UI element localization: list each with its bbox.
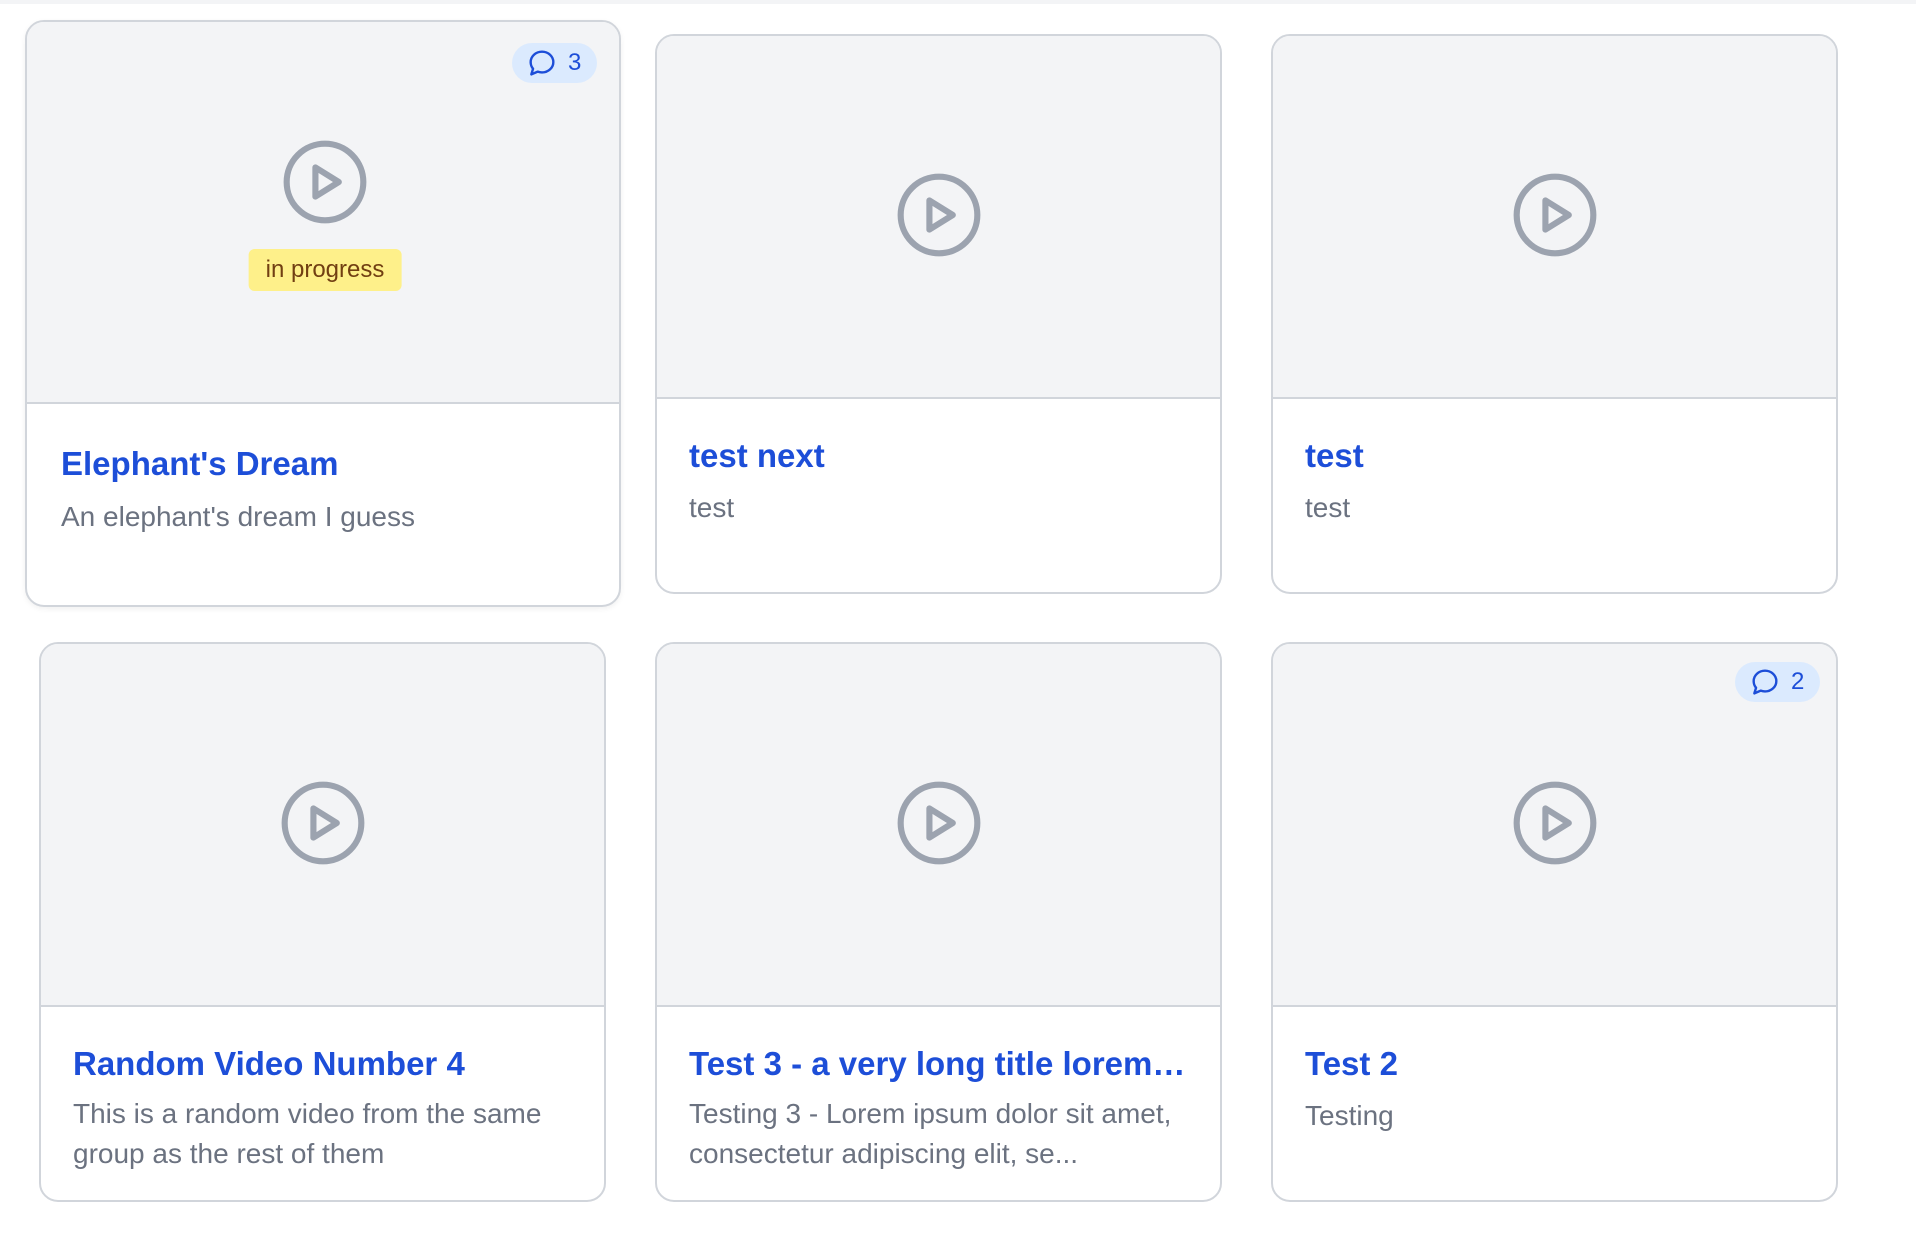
- video-title[interactable]: Random Video Number 4: [73, 1045, 573, 1083]
- video-thumbnail[interactable]: [1273, 36, 1836, 399]
- video-description: Testing: [1305, 1100, 1394, 1131]
- video-description: This is a random video from the same gro…: [73, 1098, 542, 1169]
- chat-bubble-icon: [1749, 666, 1781, 698]
- video-title[interactable]: Test 2: [1305, 1045, 1805, 1083]
- chat-bubble-icon: [526, 47, 558, 79]
- video-card-test-3[interactable]: Test 3 - a very long title lorem ... Tes…: [655, 642, 1222, 1202]
- video-title[interactable]: Test 3 - a very long title lorem ...: [689, 1045, 1189, 1083]
- play-icon[interactable]: [279, 136, 371, 228]
- video-card-random-video-number-4[interactable]: Random Video Number 4 This is a random v…: [39, 642, 606, 1202]
- video-thumbnail[interactable]: [657, 36, 1220, 399]
- top-strip: [0, 0, 1916, 4]
- play-icon[interactable]: [1509, 777, 1601, 869]
- video-card-test-next[interactable]: test next test: [655, 34, 1222, 594]
- video-title[interactable]: Elephant's Dream: [61, 445, 586, 483]
- status-badge: in progress: [248, 249, 402, 291]
- comment-count-badge[interactable]: 3: [512, 43, 598, 83]
- play-icon[interactable]: [893, 777, 985, 869]
- video-card-test-2[interactable]: 2 Test 2 Testing: [1271, 642, 1838, 1202]
- video-thumbnail[interactable]: 2: [1273, 644, 1836, 1007]
- video-thumbnail[interactable]: [657, 644, 1220, 1007]
- comment-count: 2: [1791, 668, 1805, 695]
- video-description: Testing 3 - Lorem ipsum dolor sit amet, …: [689, 1098, 1172, 1169]
- video-title[interactable]: test next: [689, 437, 1189, 475]
- video-description: test: [1305, 492, 1351, 523]
- video-card-elephants-dream[interactable]: in progress 3 Elephant's Dream An elepha…: [25, 20, 621, 607]
- play-icon[interactable]: [277, 777, 369, 869]
- video-thumbnail[interactable]: in progress 3: [27, 22, 619, 404]
- video-description: test: [689, 492, 735, 523]
- video-title[interactable]: test: [1305, 437, 1805, 475]
- video-card-test[interactable]: test test: [1271, 34, 1838, 594]
- video-description: An elephant's dream I guess: [61, 501, 416, 532]
- comment-count-badge[interactable]: 2: [1735, 662, 1821, 702]
- comment-count: 3: [568, 49, 582, 76]
- play-icon[interactable]: [1509, 169, 1601, 261]
- video-thumbnail[interactable]: [41, 644, 604, 1007]
- play-icon[interactable]: [893, 169, 985, 261]
